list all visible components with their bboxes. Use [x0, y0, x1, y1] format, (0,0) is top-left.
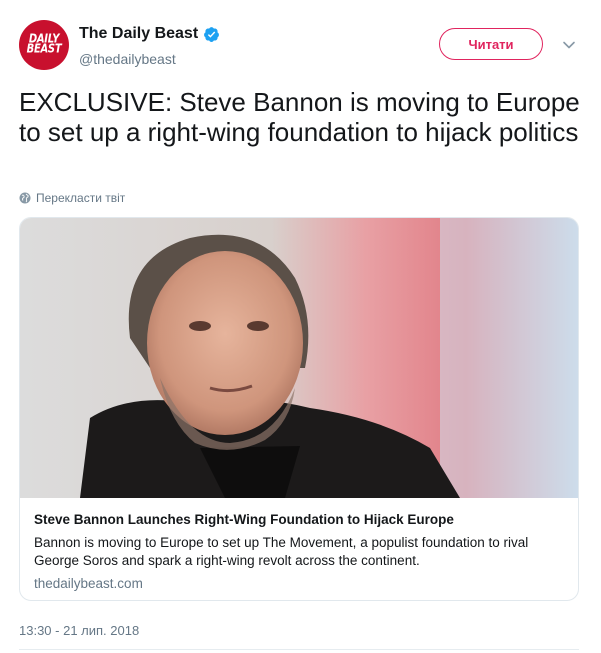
article-photo — [20, 218, 578, 498]
display-name[interactable]: The Daily Beast — [79, 25, 198, 43]
avatar[interactable]: DAILY BEAST — [19, 20, 69, 70]
account-handle[interactable]: @thedailybeast — [79, 51, 176, 67]
verified-badge-icon — [204, 26, 220, 42]
account-name-row[interactable]: The Daily Beast — [79, 25, 220, 43]
tweet-timestamp[interactable]: 13:30 - 21 лип. 2018 — [19, 623, 139, 638]
link-preview-card[interactable]: Steve Bannon Launches Right-Wing Foundat… — [19, 217, 579, 601]
card-title: Steve Bannon Launches Right-Wing Foundat… — [34, 512, 454, 527]
card-body: Steve Bannon Launches Right-Wing Foundat… — [34, 511, 569, 591]
tweet-text: EXCLUSIVE: Steve Bannon is moving to Eur… — [19, 87, 580, 147]
card-domain: thedailybeast.com — [34, 576, 143, 591]
avatar-logo-line2: BEAST — [26, 42, 62, 57]
divider — [19, 649, 579, 650]
card-description: Bannon is moving to Europe to set up The… — [34, 535, 529, 568]
translate-tweet-link[interactable]: Перекласти твіт — [19, 191, 125, 205]
follow-button[interactable]: Читати — [439, 28, 543, 60]
chevron-down-icon[interactable] — [562, 38, 576, 52]
globe-icon — [19, 192, 31, 204]
translate-label: Перекласти твіт — [36, 191, 126, 205]
